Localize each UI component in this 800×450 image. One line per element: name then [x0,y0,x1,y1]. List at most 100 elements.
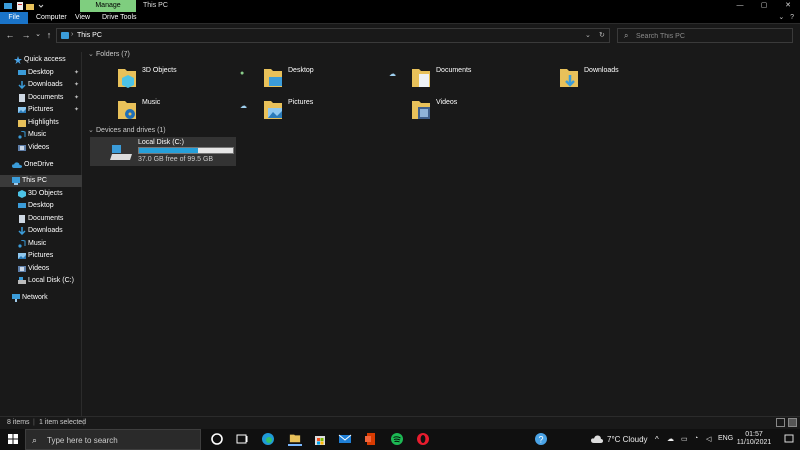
cube-icon [18,190,26,198]
chevron-down-icon[interactable]: ⌄ [585,31,591,39]
sidebar-item-label: Documents [28,215,64,222]
sidebar-item-network[interactable]: Network [0,292,82,304]
tray-expand-icon[interactable]: ^ [655,435,659,444]
cloud-icon [12,162,22,168]
sidebar-item-downloads[interactable]: Downloads ✦ [0,79,82,91]
breadcrumb[interactable]: This PC [77,32,102,39]
sidebar-item-quick-access[interactable]: Quick access [0,54,82,66]
sidebar-item-label: Highlights [28,119,59,126]
edge-icon[interactable] [261,432,275,446]
sidebar-item-label: Videos [28,265,50,272]
folders-group-header[interactable]: ⌄ Folders (7) [88,50,130,58]
mail-icon[interactable] [338,432,352,446]
weather-cloud-icon [591,435,603,443]
tab-file[interactable]: File [0,12,28,24]
sidebar-item-music[interactable]: Music [0,129,82,141]
sidebar-item-highlights[interactable]: Highlights [0,117,82,129]
sidebar-item-desktop[interactable]: Desktop [0,200,82,212]
folder-documents[interactable]: Documents [406,63,566,93]
sidebar-item-videos[interactable]: Videos [0,142,82,154]
sidebar-item-desktop[interactable]: Desktop ✦ [0,67,82,79]
large-icons-view-button[interactable] [788,418,797,427]
sidebar-item-3d-objects[interactable]: 3D Objects [0,188,82,200]
new-folder-icon[interactable] [26,2,34,10]
details-view-button[interactable] [776,418,785,427]
cloud-icon: ☁ [240,103,247,110]
star-icon [14,56,22,64]
video-icon [18,145,26,151]
sidebar-item-this-pc[interactable]: This PC [0,175,82,187]
search-input[interactable] [636,31,786,41]
spotify-icon[interactable] [390,432,404,446]
folder-3d-objects[interactable]: 3D Objects [112,63,272,93]
expand-ribbon-icon[interactable]: ⌄ [778,14,784,21]
windows-start-icon[interactable] [8,434,18,444]
drive-usage-bar [138,147,234,154]
sidebar-item-local-disk[interactable]: Local Disk (C:) [0,275,82,287]
forward-button[interactable]: → [20,29,32,41]
refresh-icon[interactable]: ↻ [599,31,605,39]
drive-usage-fill [139,148,199,153]
folder-music[interactable]: Music [112,95,272,125]
file-explorer-icon[interactable] [288,432,302,446]
opera-icon[interactable] [416,432,430,446]
store-icon[interactable] [313,432,327,446]
status-bar: 8 items | 1 item selected | [0,416,800,428]
minimize-button[interactable]: — [728,0,752,12]
sidebar-item-documents[interactable]: Documents [0,213,82,225]
help-icon[interactable]: ? [790,14,794,21]
pin-icon[interactable]: ✦ [74,67,79,79]
clock[interactable]: 01:57 11/10/2021 [731,431,777,447]
customize-quick-access-icon[interactable] [38,2,44,10]
office-icon[interactable] [364,432,378,446]
pin-icon[interactable]: ✦ [74,79,79,91]
sidebar-item-onedrive[interactable]: OneDrive [0,159,82,171]
folder-videos[interactable]: Videos [406,95,566,125]
sidebar-item-documents[interactable]: Documents ✦ [0,92,82,104]
maximize-button[interactable]: ▢ [752,0,776,12]
address-bar[interactable]: › This PC ⌄ ↻ [56,28,610,43]
folder-desktop[interactable]: Desktop [258,63,418,93]
taskbar-search[interactable]: ⌕ Type here to search [25,429,201,450]
folder-label: Music [142,99,161,106]
folder-label: Downloads [584,67,619,74]
ribbon-tabs: File Computer View Drive Tools ⌄ ? [0,12,800,24]
document-icon [19,94,25,102]
tab-view[interactable]: View [75,12,90,24]
sidebar-item-downloads[interactable]: Downloads [0,225,82,237]
download-icon [560,69,578,87]
pin-icon[interactable]: ✦ [74,104,79,116]
volume-icon[interactable]: ◁ [706,435,711,443]
search-icon: ⌕ [624,31,629,40]
task-view-icon[interactable] [235,432,249,446]
tab-drive-tools[interactable]: Drive Tools [102,12,137,24]
manage-tab[interactable]: Manage [80,0,136,12]
sidebar-item-label: Desktop [28,202,54,209]
folder-label: Documents [436,67,472,74]
cortana-icon[interactable] [210,432,224,446]
pin-icon[interactable]: ✦ [74,92,79,104]
battery-icon[interactable]: ▭ [681,435,688,443]
sidebar-item-label: Music [28,131,47,138]
sidebar-item-pictures[interactable]: Pictures ✦ [0,104,82,116]
download-icon [18,81,26,89]
weather-text[interactable]: 7°C Cloudy [607,435,648,444]
folder-label: Videos [436,99,458,106]
help-icon[interactable]: ? [534,432,548,446]
tab-computer[interactable]: Computer [36,12,67,24]
back-button[interactable]: ← [4,29,16,41]
devices-group-header[interactable]: ⌄ Devices and drives (1) [88,126,166,134]
sidebar-item-videos[interactable]: Videos [0,263,82,275]
properties-icon[interactable] [16,2,24,10]
sidebar-item-pictures[interactable]: Pictures [0,250,82,262]
sidebar-item-music[interactable]: Music [0,238,82,250]
drive-tile-local-disk[interactable]: Local Disk (C:) 37.0 GB free of 99.5 GB [90,137,236,166]
group-label: Folders (7) [96,51,130,58]
wifi-icon[interactable]: ◔ [694,435,698,442]
notification-icon[interactable] [784,434,794,444]
folder-pictures[interactable]: Pictures [258,95,418,125]
up-button[interactable]: ↑ [43,29,55,41]
close-button[interactable]: ✕ [776,0,800,12]
onedrive-tray-icon[interactable]: ☁ [667,435,674,443]
folder-downloads[interactable]: Downloads [554,63,714,93]
